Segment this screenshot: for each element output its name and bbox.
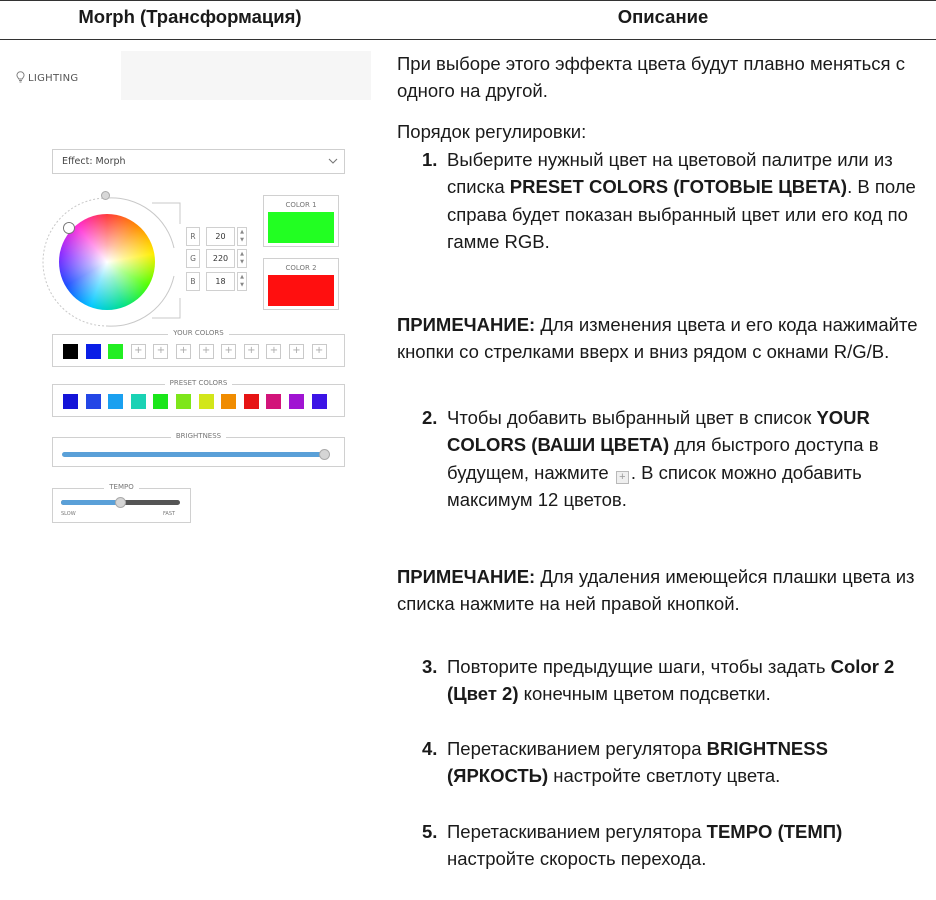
header-col-2: Описание xyxy=(617,6,709,27)
rgb-input-b[interactable]: 18 xyxy=(206,272,235,291)
preset-color-swatch[interactable] xyxy=(221,394,237,409)
brightness-slider-track[interactable] xyxy=(62,452,325,457)
preset-color-swatch[interactable] xyxy=(63,394,78,409)
brightness-label: BRIGHTNESS xyxy=(170,432,227,440)
rgb-row-r: R 20 ▲ ▼ xyxy=(186,227,256,246)
preset-color-swatch[interactable] xyxy=(176,394,191,409)
brightness-slider-handle[interactable] xyxy=(319,449,330,460)
preset-color-swatch[interactable] xyxy=(311,394,327,409)
rgb-row-b: B 18 ▲ ▼ xyxy=(186,272,256,291)
header-col-1: Morph (Трансформация) xyxy=(78,6,302,27)
preset-color-swatch[interactable] xyxy=(198,394,214,409)
preset-color-swatch[interactable] xyxy=(243,394,259,409)
lighting-panel-screenshot: LIGHTING Effect: Morph R 20 ▲ ▼ G 220 ▲ ▼ … xyxy=(10,51,371,548)
rgb-stepper-b[interactable]: ▲ ▼ xyxy=(237,272,247,291)
effect-dropdown[interactable]: Effect: Morph xyxy=(52,149,345,174)
color-picker-handle[interactable] xyxy=(64,223,74,233)
add-color-slot[interactable]: + xyxy=(289,344,304,359)
color-2-swatch xyxy=(268,275,334,306)
step-1-num: 1. xyxy=(422,149,438,170)
preset-color-swatch[interactable] xyxy=(85,394,101,409)
step-1-bold: PRESET COLORS (ГОТОВЫЕ ЦВЕТА) xyxy=(509,176,848,198)
add-color-slot[interactable]: + xyxy=(243,344,259,359)
tempo-group: TEMPO SLOW FAST xyxy=(52,483,191,523)
preset-color-swatch[interactable] xyxy=(153,394,169,409)
tempo-slow-label: SLOW xyxy=(61,511,76,517)
step-2-num: 2. xyxy=(422,407,438,428)
your-colors-label: YOUR COLORS xyxy=(168,329,229,337)
color-2-box[interactable]: COLOR 2 xyxy=(263,258,339,310)
rgb-input-r[interactable]: 20 xyxy=(206,227,235,246)
add-color-plus-icon: + xyxy=(615,470,629,484)
add-color-slot[interactable]: + xyxy=(153,344,169,359)
color-2-label: COLOR 2 xyxy=(285,264,317,272)
note-1: ПРИМЕЧАНИЕ: Для изменения цвета и его ко… xyxy=(397,311,922,366)
add-color-slot[interactable]: + xyxy=(198,344,214,359)
tempo-fast-label: FAST xyxy=(163,511,176,517)
step-3-text-a: Повторите предыдущие шаги, чтобы задать xyxy=(447,656,826,677)
your-color-swatch[interactable] xyxy=(85,344,101,359)
tab-lighting-label: LIGHTING xyxy=(28,73,79,84)
preset-color-swatch[interactable] xyxy=(289,394,304,409)
rgb-letter: B xyxy=(186,272,200,291)
add-color-slot[interactable]: + xyxy=(266,344,282,359)
header-top-rule xyxy=(0,0,936,1)
step-4-text-b: настройте светлоту цвета. xyxy=(553,765,781,787)
note-2: ПРИМЕЧАНИЕ: Для удаления имеющейся плашк… xyxy=(397,563,922,618)
color-1-label: COLOR 1 xyxy=(285,201,317,209)
step-3-text-b: конечным цветом подсветки. xyxy=(523,683,771,705)
step-4-text-a: Перетаскиванием регулятора xyxy=(447,738,702,759)
step-5-text-b: настройте скорость перехода. xyxy=(447,848,707,870)
preset-color-swatch[interactable] xyxy=(266,394,282,409)
note-1-label: ПРИМЕЧАНИЕ: xyxy=(397,314,536,335)
preset-colors-group: PRESET COLORS xyxy=(52,379,345,417)
header-bottom-rule xyxy=(0,39,936,40)
lightbulb-icon xyxy=(16,71,25,83)
tempo-label: TEMPO xyxy=(104,483,139,491)
step-5-text-a: Перетаскиванием регулятора xyxy=(447,821,702,842)
your-color-swatch[interactable] xyxy=(108,344,124,359)
rgb-letter: R xyxy=(186,227,200,246)
color-1-box[interactable]: COLOR 1 xyxy=(263,195,339,247)
tempo-slider-handle[interactable] xyxy=(114,497,126,508)
add-color-slot[interactable]: + xyxy=(176,344,191,359)
rgb-row-g: G 220 ▲ ▼ xyxy=(186,249,256,268)
note-2-label: ПРИМЕЧАНИЕ: xyxy=(397,566,536,587)
preset-color-swatch[interactable] xyxy=(108,394,124,409)
color-1-swatch xyxy=(268,212,334,243)
color-wheel-area xyxy=(40,186,190,336)
brightness-group: BRIGHTNESS xyxy=(52,432,345,467)
rgb-letter: G xyxy=(186,249,200,268)
step-5-num: 5. xyxy=(422,821,438,842)
tempo-slider-fill xyxy=(61,500,121,505)
add-color-slot[interactable]: + xyxy=(221,344,237,359)
your-color-swatch[interactable] xyxy=(63,344,78,359)
desc-order: Порядок регулировки: xyxy=(397,121,587,142)
desc-intro: При выборе этого эффекта цвета будут пла… xyxy=(397,53,905,102)
add-color-slot[interactable]: + xyxy=(311,344,327,359)
rgb-stepper-g[interactable]: ▲ ▼ xyxy=(237,249,247,268)
tab-lighting[interactable]: LIGHTING xyxy=(10,51,121,100)
add-color-slot[interactable]: + xyxy=(130,344,146,359)
step-2-text-a: Чтобы добавить выбранный цвет в список xyxy=(447,407,812,428)
your-colors-group: YOUR COLORS + + + + + + + + + xyxy=(52,329,345,367)
effect-dropdown-value: Effect: Morph xyxy=(62,156,126,167)
step-3-num: 3. xyxy=(422,656,438,677)
preset-color-swatch[interactable] xyxy=(130,394,146,409)
rgb-stepper-r[interactable]: ▲ ▼ xyxy=(237,227,247,246)
preset-colors-label: PRESET COLORS xyxy=(164,379,233,387)
color-wheel-rotate-handle[interactable] xyxy=(101,191,110,200)
rgb-input-g[interactable]: 220 xyxy=(206,249,235,268)
step-5-bold: TEMPO (ТЕМП) xyxy=(706,821,843,842)
step-4-num: 4. xyxy=(422,738,438,759)
chevron-down-icon xyxy=(328,158,338,164)
